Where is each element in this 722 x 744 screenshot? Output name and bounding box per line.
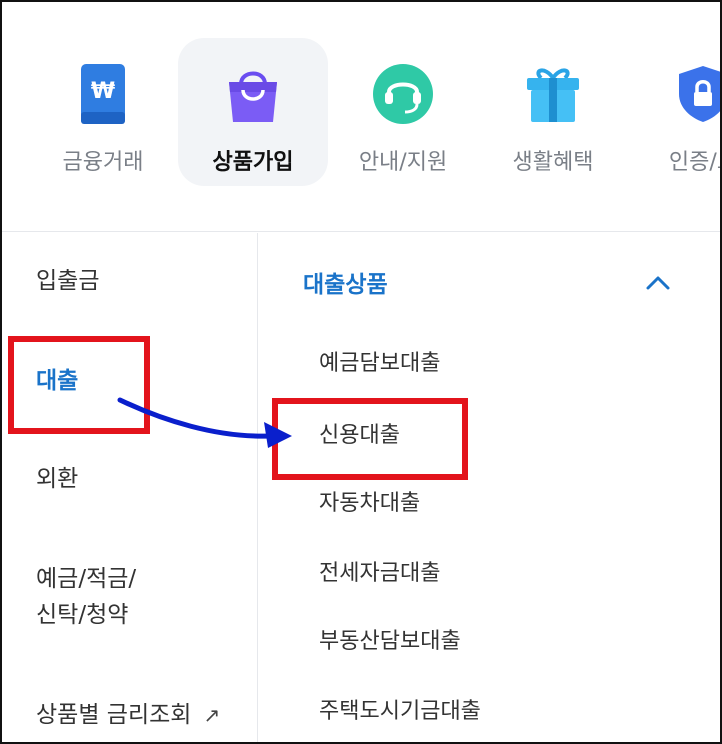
category-label: 인증/보 (668, 150, 720, 175)
category-life-benefits[interactable]: 생활혜택 (478, 38, 628, 186)
shield-lock-icon (679, 66, 720, 122)
left-menu-item-savings-line2[interactable]: 신탁/청약 (36, 597, 128, 633)
category-label: 생활혜택 (512, 150, 594, 175)
submenu-item-auto-loan[interactable]: 자동차대출 (319, 487, 420, 521)
submenu-item-housing-fund-loan[interactable]: 주택도시기금대출 (319, 695, 481, 729)
category-bar: ₩ 금융거래 상품가입 안내/지원 생활혜택 인증/ (2, 2, 720, 232)
app-frame: ₩ 금융거래 상품가입 안내/지원 생활혜택 인증/ 입출금 대출 외환 예금/… (0, 0, 722, 744)
highlight-box-loan (8, 336, 150, 434)
left-menu-item-foreign-exchange[interactable]: 외환 (36, 461, 78, 497)
submenu-item-jeonse-loan[interactable]: 전세자금대출 (319, 557, 440, 591)
shopping-bag-icon (229, 71, 277, 122)
category-guide-support[interactable]: 안내/지원 (328, 38, 478, 186)
category-label: 상품가입 (212, 150, 294, 175)
submenu-header[interactable]: 대출상품 (303, 265, 388, 299)
left-menu-item-savings-line1[interactable]: 예금/적금/ (36, 561, 136, 597)
category-financial-transaction[interactable]: ₩ 금융거래 (28, 38, 178, 186)
headset-icon (373, 64, 433, 124)
left-menu: 입출금 대출 외환 예금/적금/ 신탁/청약 상품별 금리조회 ↗ (2, 233, 258, 742)
category-label: 금융거래 (62, 150, 144, 175)
submenu-item-deposit-secured-loan[interactable]: 예금담보대출 (319, 347, 440, 381)
category-label: 안내/지원 (358, 150, 448, 175)
won-glyph: ₩ (91, 79, 115, 104)
loan-submenu: 대출상품 예금담보대출 신용대출 자동차대출 전세자금대출 부동산담보대출 주택… (259, 233, 720, 742)
chevron-up-icon[interactable] (643, 271, 673, 293)
highlight-box-credit-loan (272, 398, 468, 480)
category-auth-security[interactable]: 인증/보 (628, 38, 720, 186)
external-link-icon: ↗ (203, 703, 221, 727)
submenu-item-real-estate-loan[interactable]: 부동산담보대출 (319, 625, 461, 659)
left-menu-item-rate-lookup[interactable]: 상품별 금리조회 ↗ (36, 697, 220, 733)
gift-icon (527, 68, 579, 122)
wallet-won-icon: ₩ (81, 64, 125, 124)
rate-lookup-label: 상품별 금리조회 (36, 702, 192, 728)
left-menu-item-deposit-withdrawal[interactable]: 입출금 (36, 263, 99, 299)
category-product-signup[interactable]: 상품가입 (178, 38, 328, 186)
